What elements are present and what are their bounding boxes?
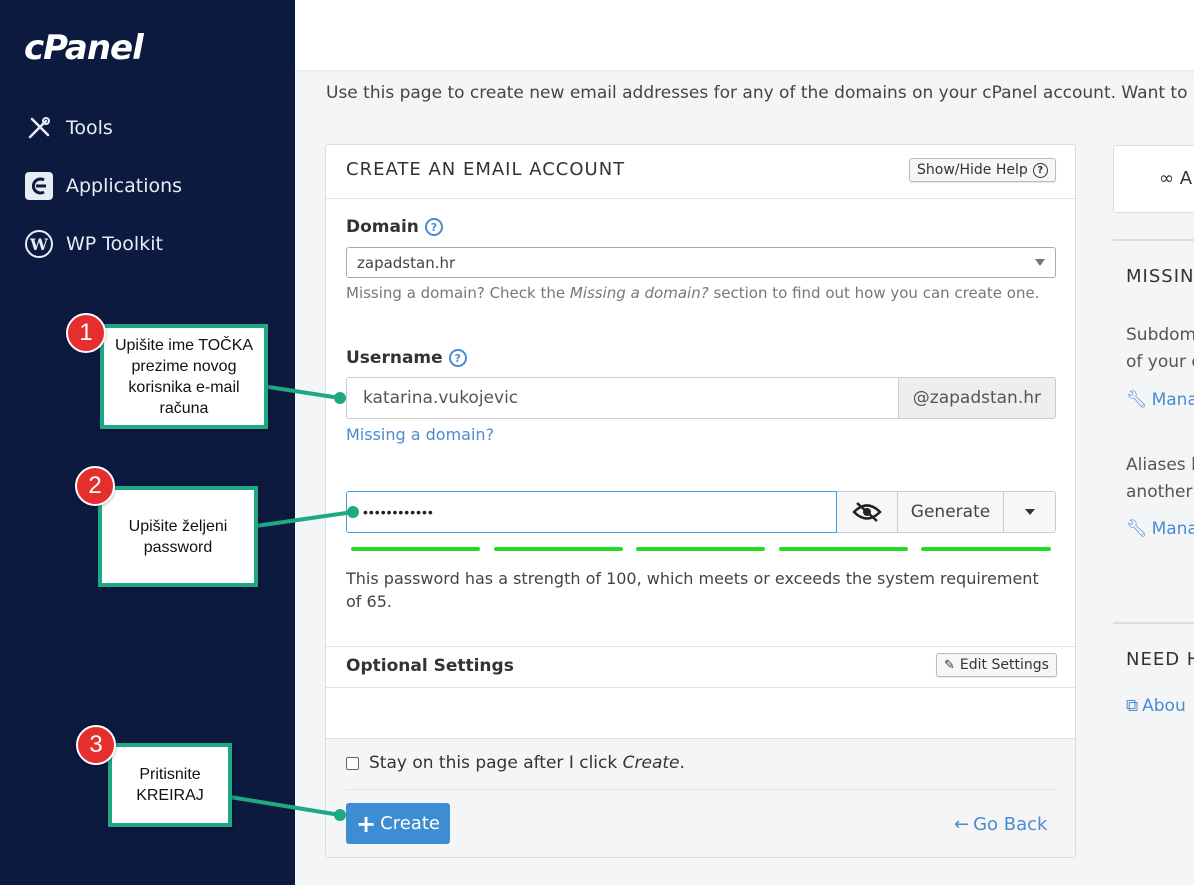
annotation-1: Upišite ime TOČKA prezime novog korisnik… <box>100 324 268 429</box>
annotation-badge-1: 1 <box>66 313 106 353</box>
annotation-3: Pritisnite KREIRAJ <box>108 743 232 827</box>
annotation-2: Upišite željeni password <box>98 486 258 587</box>
annotation-badge-2: 2 <box>75 466 115 506</box>
annotation-badge-3: 3 <box>76 725 116 765</box>
